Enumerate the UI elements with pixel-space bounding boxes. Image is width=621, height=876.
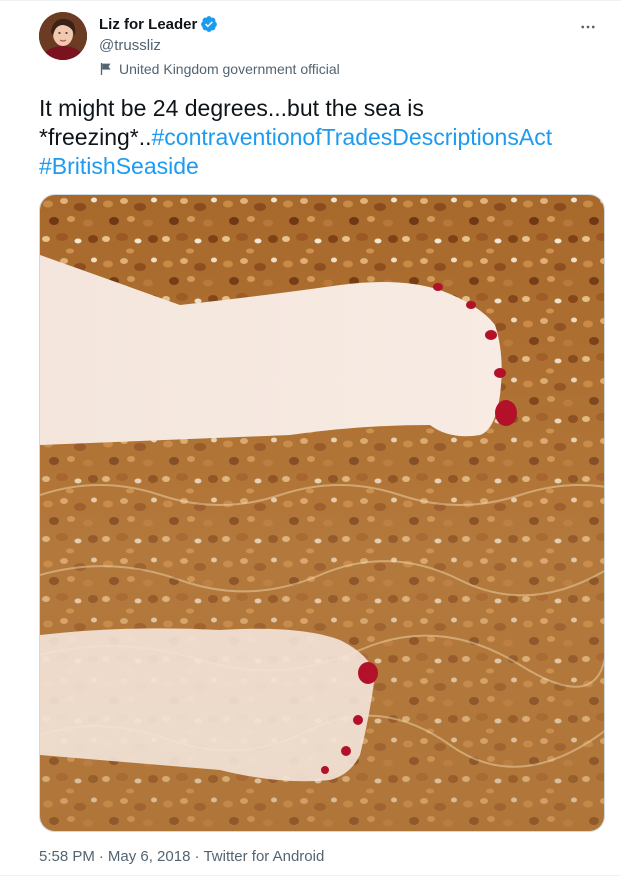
tweet: Liz for Leader @trussliz United Kingdom … [0, 0, 621, 876]
tweet-photo[interactable] [39, 194, 605, 832]
hashtag-link[interactable]: #BritishSeaside [39, 153, 199, 179]
footer-separator: · [98, 848, 104, 865]
flag-icon [100, 63, 111, 75]
handle[interactable]: @trussliz [99, 36, 340, 56]
hashtag-link[interactable]: #contraventionofTradesDescriptionsAct [152, 124, 553, 150]
affiliation-text: United Kingdom government official [119, 61, 340, 77]
tweet-source[interactable]: Twitter for Android [203, 847, 324, 867]
verified-badge-icon [201, 16, 218, 32]
affiliation-label: United Kingdom government official [99, 61, 340, 77]
avatar-image [39, 12, 87, 60]
tweet-text: It might be 24 degrees...but the sea is … [39, 94, 599, 181]
more-button[interactable] [571, 10, 605, 44]
footer-separator: · [194, 848, 200, 865]
tweet-footer: 5:58 PM · May 6, 2018 · Twitter for Andr… [39, 847, 324, 867]
tweet-header: Liz for Leader @trussliz United Kingdom … [39, 12, 605, 80]
more-horizontal-icon [581, 25, 595, 29]
name-row: Liz for Leader [99, 14, 340, 34]
avatar[interactable] [39, 12, 87, 60]
photo-feet-in-sea [40, 195, 604, 831]
author-meta: Liz for Leader @trussliz United Kingdom … [99, 14, 340, 78]
tweet-time[interactable]: 5:58 PM [39, 847, 95, 867]
tweet-date[interactable]: May 6, 2018 [108, 847, 191, 867]
display-name[interactable]: Liz for Leader [99, 16, 197, 33]
